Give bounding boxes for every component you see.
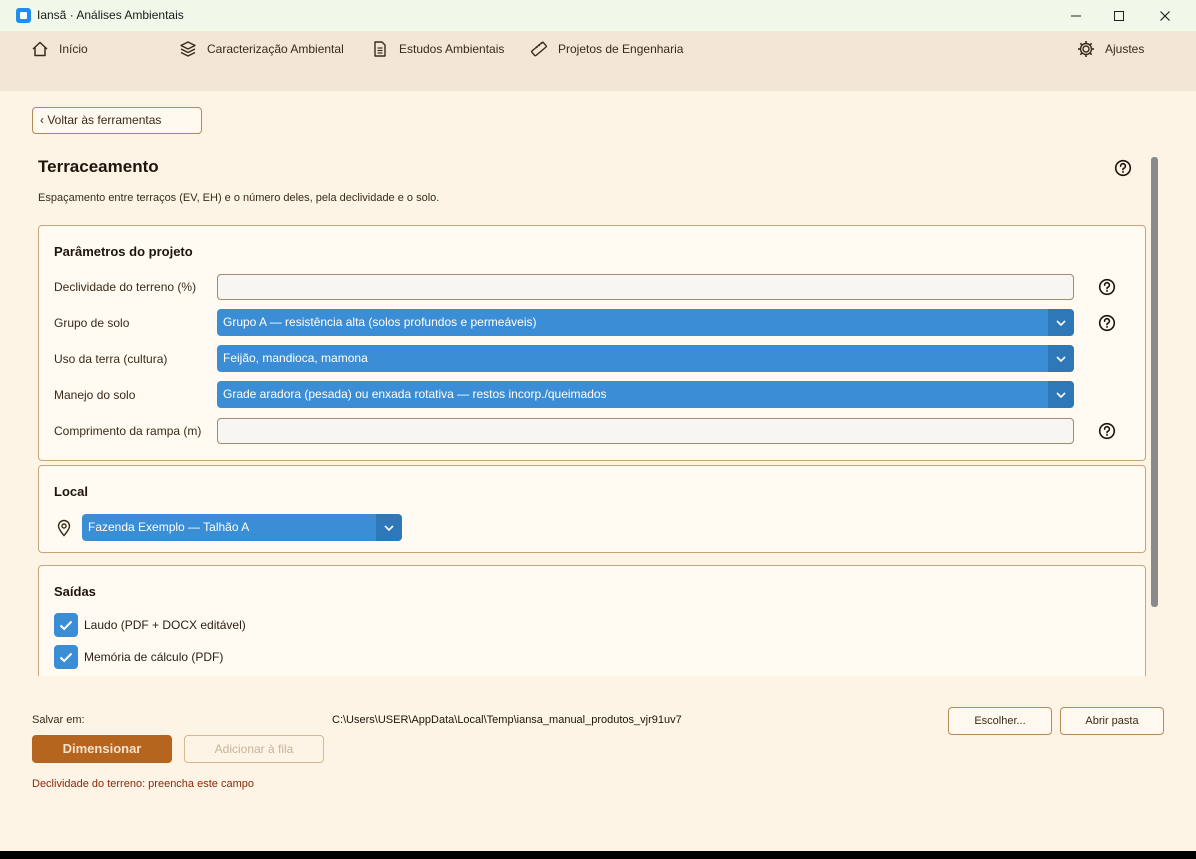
- top-navigation: Início Caracterização Ambiental Estudos …: [0, 31, 1196, 91]
- nav-item-estudos[interactable]: Estudos Ambientais: [371, 39, 504, 59]
- params-card-title: Parâmetros do projeto: [54, 244, 193, 259]
- page-subtitle: Espaçamento entre terraços (EV, EH) e o …: [38, 192, 440, 204]
- title-bar: Iansã · Análises Ambientais: [0, 0, 1196, 31]
- add-to-queue-button[interactable]: Adicionar à fila: [184, 735, 324, 763]
- minimize-button[interactable]: [1053, 0, 1099, 31]
- gear-icon: [1078, 41, 1094, 57]
- validation-error-message: Declividade do terreno: preencha este ca…: [32, 778, 254, 790]
- page-title: Terraceamento: [38, 157, 159, 176]
- nav-item-caracterizacao[interactable]: Caracterização Ambiental: [179, 39, 344, 59]
- nav-item-ajustes[interactable]: Ajustes: [1077, 39, 1144, 59]
- chevron-down-icon: [376, 514, 402, 541]
- nav-item-label: Caracterização Ambiental: [207, 42, 344, 56]
- app-logo-icon: [16, 8, 31, 23]
- map-pin-icon: [57, 519, 71, 537]
- outputs-card-title: Saídas: [54, 584, 96, 599]
- checkmark-icon: [59, 652, 73, 662]
- choose-folder-button[interactable]: Escolher...: [948, 707, 1052, 735]
- help-icon[interactable]: [1098, 422, 1116, 440]
- nav-item-label: Início: [59, 42, 88, 56]
- app-window: Iansã · Análises Ambientais Início Carac…: [0, 0, 1196, 851]
- ramp-length-input[interactable]: [217, 418, 1074, 444]
- params-card: Parâmetros do projeto Declividade do ter…: [38, 225, 1146, 461]
- window-title: Iansã · Análises Ambientais: [37, 8, 184, 22]
- land-use-label: Uso da terra (cultura): [54, 352, 168, 366]
- land-use-select[interactable]: Feijão, mandioca, mamona: [217, 345, 1074, 372]
- soil-group-select[interactable]: Grupo A — resistência alta (solos profun…: [217, 309, 1074, 336]
- chevron-down-icon: [1048, 345, 1074, 372]
- maximize-button[interactable]: [1096, 0, 1142, 31]
- chevron-down-icon: [1048, 309, 1074, 336]
- management-select[interactable]: Grade aradora (pesada) ou enxada rotativ…: [217, 381, 1074, 408]
- save-location-label: Salvar em:: [32, 714, 85, 726]
- nav-item-label: Ajustes: [1105, 42, 1145, 56]
- dimensionar-button[interactable]: Dimensionar: [32, 735, 172, 763]
- local-card-title: Local: [54, 484, 88, 499]
- chevron-down-icon: [1048, 381, 1074, 408]
- nav-item-label: Projetos de Engenharia: [558, 42, 684, 56]
- soil-group-value: Grupo A — resistência alta (solos profun…: [223, 315, 537, 329]
- help-icon[interactable]: [1098, 314, 1116, 332]
- soil-group-label: Grupo de solo: [54, 316, 130, 330]
- laudo-checkbox-label: Laudo (PDF + DOCX editável): [84, 618, 246, 632]
- help-icon[interactable]: [1114, 159, 1132, 177]
- laudo-checkbox[interactable]: [54, 613, 78, 637]
- close-button[interactable]: [1142, 0, 1188, 31]
- nav-item-inicio[interactable]: Início: [31, 39, 88, 59]
- back-to-tools-button[interactable]: ‹ Voltar às ferramentas: [32, 107, 202, 134]
- home-icon: [32, 41, 48, 57]
- memoria-checkbox[interactable]: [54, 645, 78, 669]
- local-card: Local Fazenda Exemplo — Talhão A: [38, 465, 1146, 553]
- management-value: Grade aradora (pesada) ou enxada rotativ…: [223, 387, 607, 401]
- ramp-length-label: Comprimento da rampa (m): [54, 424, 202, 438]
- nav-item-projetos[interactable]: Projetos de Engenharia: [530, 39, 683, 59]
- ruler-icon: [531, 41, 547, 57]
- outputs-card: Saídas Laudo (PDF + DOCX editável) Memór…: [38, 565, 1146, 676]
- location-select[interactable]: Fazenda Exemplo — Talhão A: [82, 514, 402, 541]
- vertical-scrollbar[interactable]: [1151, 157, 1158, 607]
- open-folder-button[interactable]: Abrir pasta: [1060, 707, 1164, 735]
- memoria-checkbox-label: Memória de cálculo (PDF): [84, 650, 224, 664]
- document-icon: [374, 41, 386, 57]
- save-path-value: C:\Users\USER\AppData\Local\Temp\iansa_m…: [332, 714, 682, 726]
- land-use-value: Feijão, mandioca, mamona: [223, 351, 368, 365]
- location-value: Fazenda Exemplo — Talhão A: [88, 520, 250, 534]
- nav-item-label: Estudos Ambientais: [399, 42, 505, 56]
- help-icon[interactable]: [1098, 278, 1116, 296]
- scroll-content[interactable]: Parâmetros do projeto Declividade do ter…: [0, 216, 1196, 676]
- layers-icon: [180, 41, 196, 57]
- checkmark-icon: [59, 620, 73, 630]
- slope-input[interactable]: [217, 274, 1074, 300]
- slope-label: Declividade do terreno (%): [54, 280, 197, 294]
- management-label: Manejo do solo: [54, 388, 136, 402]
